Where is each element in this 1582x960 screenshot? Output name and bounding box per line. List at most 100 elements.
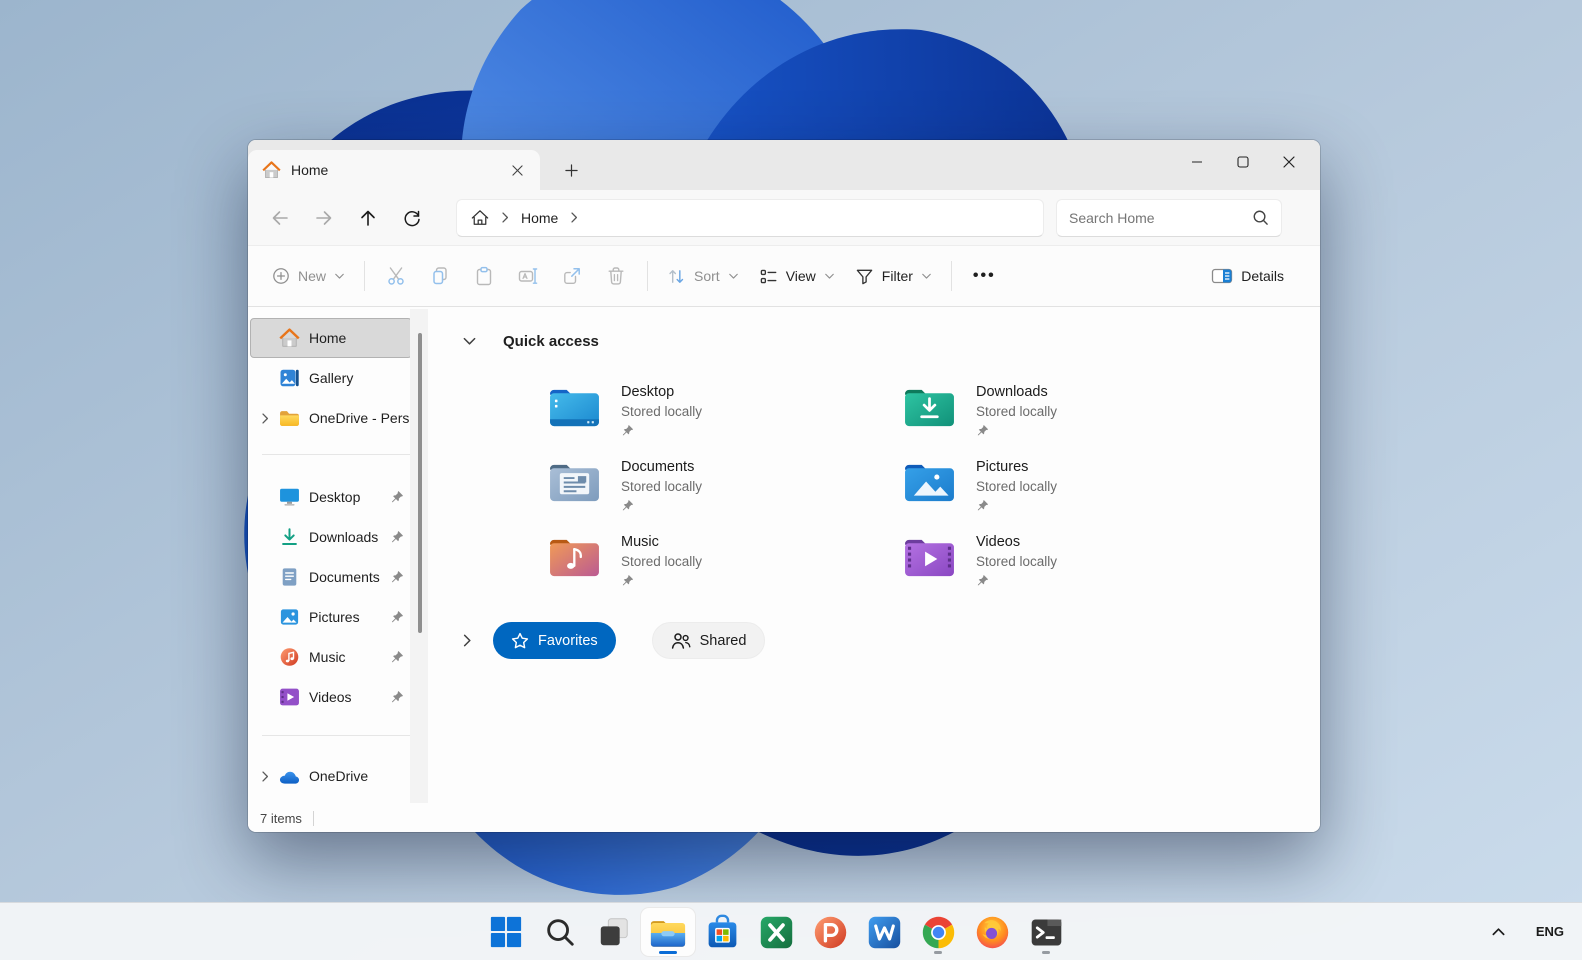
refresh-button[interactable] xyxy=(390,199,434,237)
tab-title: Home xyxy=(291,162,329,178)
task-view-button[interactable] xyxy=(587,908,641,956)
chrome-button[interactable] xyxy=(911,908,965,956)
up-button[interactable] xyxy=(346,199,390,237)
status-bar: 7 items xyxy=(248,805,1320,832)
breadcrumb-chevron-icon[interactable] xyxy=(501,211,509,224)
music-icon xyxy=(279,647,300,667)
sidebar-item-home[interactable]: Home xyxy=(250,318,412,358)
cut-icon xyxy=(386,266,406,286)
sidebar-item-onedrive[interactable]: OneDrive xyxy=(250,756,412,796)
videos-icon xyxy=(279,687,300,707)
microsoft-store-button[interactable] xyxy=(695,908,749,956)
filter-button[interactable]: Filter xyxy=(845,256,942,296)
forward-button[interactable] xyxy=(302,199,346,237)
collapse-chevron-icon[interactable] xyxy=(462,336,477,346)
expand-chevron-icon[interactable] xyxy=(251,770,279,783)
maximize-button[interactable] xyxy=(1220,144,1266,180)
folder-tile-videos[interactable]: Videos Stored locally xyxy=(903,532,1258,607)
rename-button[interactable] xyxy=(506,256,550,296)
excel-button[interactable] xyxy=(749,908,803,956)
tab-close-button[interactable] xyxy=(504,157,530,183)
running-app-indicator xyxy=(934,951,942,954)
downloads-icon xyxy=(279,527,300,547)
store-icon xyxy=(704,914,741,951)
search-icon xyxy=(1252,209,1269,226)
expand-chevron-icon[interactable] xyxy=(462,633,472,648)
onedrive-folder-icon xyxy=(279,408,300,428)
pin-icon xyxy=(621,424,702,437)
chrome-icon xyxy=(920,914,957,951)
address-bar[interactable]: Home xyxy=(456,198,1044,237)
documents-icon xyxy=(279,567,300,587)
view-icon xyxy=(759,267,778,286)
paste-button[interactable] xyxy=(462,256,506,296)
folder-tile-downloads[interactable]: Downloads Stored locally xyxy=(903,382,1258,457)
share-button[interactable] xyxy=(550,256,594,296)
close-button[interactable] xyxy=(1266,144,1312,180)
tab-strip: Home xyxy=(248,140,1320,190)
powerpoint-icon xyxy=(812,914,849,951)
filter-label: Filter xyxy=(881,268,913,284)
breadcrumb-chevron-icon[interactable] xyxy=(570,211,578,224)
view-button[interactable]: View xyxy=(749,256,845,296)
sidebar-item-videos[interactable]: Videos xyxy=(250,677,412,717)
expand-chevron-icon[interactable] xyxy=(251,412,279,425)
hidden-icons-chevron-icon[interactable] xyxy=(1491,927,1506,937)
windows-logo-icon xyxy=(489,915,523,949)
window-controls xyxy=(1174,140,1312,184)
language-indicator[interactable]: ENG xyxy=(1536,924,1564,939)
details-button[interactable]: Details xyxy=(1201,256,1294,296)
terminal-button[interactable] xyxy=(1019,908,1073,956)
firefox-icon xyxy=(974,914,1011,951)
new-button[interactable]: New xyxy=(262,256,355,296)
minimize-button[interactable] xyxy=(1174,144,1220,180)
navigation-pane: Home Gallery OneDrive - Personal Desktop xyxy=(248,307,428,805)
minimize-icon xyxy=(1191,156,1203,168)
items-view: Quick access Desktop Stored locally Down… xyxy=(428,307,1320,805)
copy-button[interactable] xyxy=(418,256,462,296)
folder-tile-music[interactable]: Music Stored locally xyxy=(548,532,903,607)
sidebar-item-music[interactable]: Music xyxy=(250,637,412,677)
sidebar-item-downloads[interactable]: Downloads xyxy=(250,517,412,557)
pin-icon xyxy=(390,690,404,704)
sidebar-item-onedrive-personal[interactable]: OneDrive - Personal xyxy=(250,398,412,438)
new-tab-button[interactable] xyxy=(554,153,588,187)
see-more-button[interactable]: ••• xyxy=(961,267,1008,285)
toolbar-divider xyxy=(364,261,366,291)
search-input[interactable] xyxy=(1069,209,1252,226)
scrollbar-thumb[interactable] xyxy=(418,333,422,633)
quick-access-header[interactable]: Quick access xyxy=(462,331,1320,351)
sort-icon xyxy=(667,267,686,286)
sidebar-item-gallery[interactable]: Gallery xyxy=(250,358,412,398)
details-label: Details xyxy=(1241,268,1284,284)
statusbar-divider xyxy=(312,811,314,826)
cut-button[interactable] xyxy=(374,256,418,296)
back-button[interactable] xyxy=(258,199,302,237)
word-button[interactable] xyxy=(857,908,911,956)
start-button[interactable] xyxy=(479,908,533,956)
file-explorer-taskbar-button[interactable] xyxy=(641,908,695,956)
shared-filter-button[interactable]: Shared xyxy=(651,622,766,659)
powerpoint-button[interactable] xyxy=(803,908,857,956)
delete-button[interactable] xyxy=(594,256,638,296)
taskbar-search-button[interactable] xyxy=(533,908,587,956)
folder-tile-documents[interactable]: Documents Stored locally xyxy=(548,457,903,532)
refresh-icon xyxy=(403,209,421,227)
folder-tile-pictures[interactable]: Pictures Stored locally xyxy=(903,457,1258,532)
desktop-folder-icon xyxy=(548,384,601,429)
favorites-filter-button[interactable]: Favorites xyxy=(493,622,616,659)
folder-tile-desktop[interactable]: Desktop Stored locally xyxy=(548,382,903,457)
home-icon xyxy=(262,161,281,179)
sidebar-scrollbar[interactable] xyxy=(410,309,428,803)
pin-icon xyxy=(976,499,1057,512)
sidebar-item-documents[interactable]: Documents xyxy=(250,557,412,597)
search-box[interactable] xyxy=(1056,198,1282,237)
desktop: Home Home Search Home New Sort View Filt… xyxy=(0,0,1582,960)
view-label: View xyxy=(785,268,816,284)
tab-home[interactable]: Home xyxy=(248,150,540,190)
sidebar-item-desktop[interactable]: Desktop xyxy=(250,477,412,517)
firefox-button[interactable] xyxy=(965,908,1019,956)
sidebar-item-pictures[interactable]: Pictures xyxy=(250,597,412,637)
sort-button[interactable]: Sort xyxy=(657,256,749,296)
breadcrumb-home[interactable]: Home xyxy=(521,210,558,226)
